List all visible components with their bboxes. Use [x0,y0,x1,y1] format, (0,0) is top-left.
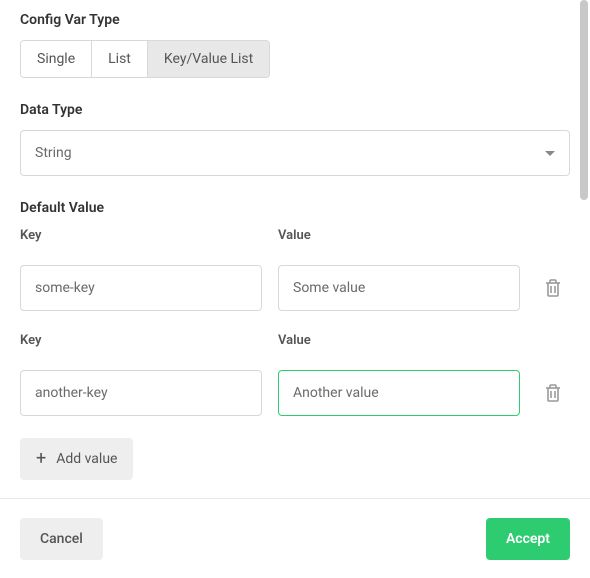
key-column-label: Key [20,228,262,243]
key-column-label: Key [20,333,262,348]
key-input[interactable] [20,265,262,311]
add-value-button[interactable]: + Add value [20,438,133,480]
scrollbar-track [578,0,590,498]
kv-labels-row: Key Value [20,333,570,358]
delete-row-button[interactable] [536,380,570,406]
data-type-selected: String [35,145,72,161]
value-column-label: Value [278,228,520,243]
value-input[interactable] [278,265,520,311]
value-column-label: Value [278,333,520,348]
key-input[interactable] [20,370,262,416]
kv-row [20,265,570,311]
cancel-button[interactable]: Cancel [20,518,103,560]
dialog-footer: Cancel Accept [0,498,590,578]
tab-single[interactable]: Single [21,41,92,77]
tab-key-value-list[interactable]: Key/Value List [148,41,269,77]
config-var-type-tabs: Single List Key/Value List [20,40,270,78]
trash-icon [545,384,561,402]
kv-labels-row: Key Value [20,228,570,253]
accept-button[interactable]: Accept [486,518,570,560]
trash-icon [545,279,561,297]
delete-row-button[interactable] [536,275,570,301]
tab-list[interactable]: List [92,41,148,77]
data-type-label: Data Type [20,102,570,118]
chevron-down-icon [545,151,555,156]
plus-icon: + [36,450,46,468]
value-input[interactable] [278,370,520,416]
add-value-label: Add value [56,451,117,467]
data-type-select[interactable]: String [20,130,570,176]
default-value-label: Default Value [20,200,570,216]
config-var-type-label: Config Var Type [20,12,570,28]
scrollbar-thumb[interactable] [580,0,588,200]
kv-row [20,370,570,416]
